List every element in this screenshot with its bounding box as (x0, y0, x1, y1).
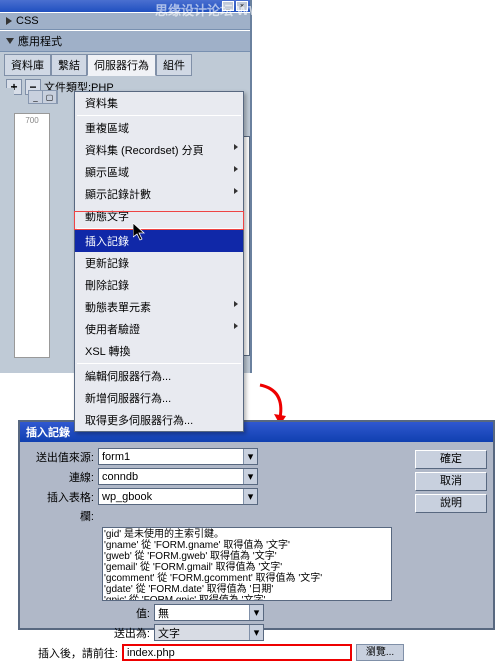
section-label: CSS (16, 15, 39, 27)
tab-bar: 資料庫 繫結 伺服器行為 組件 (0, 52, 250, 76)
submenu-arrow-icon (234, 144, 238, 150)
list-item[interactable]: 'gweb' 從 'FORM.gweb' 取得值為 '文字' (104, 551, 390, 562)
menu-item[interactable]: 動態文字 (75, 205, 243, 227)
insert-record-dialog: 插入記錄 送出值來源: form1▾ 連線: conndb▾ 插入表格: wp_… (18, 420, 495, 630)
browse-button[interactable]: 瀏覽... (356, 644, 404, 661)
submenu-arrow-icon (234, 166, 238, 172)
add-menu: 資料集重複區域資料集 (Recordset) 分頁顯示區域顯示記錄計數動態文字插… (74, 91, 244, 432)
menu-item[interactable]: 資料集 (75, 92, 243, 114)
chevron-down-icon[interactable]: ▾ (243, 489, 257, 504)
menu-item[interactable]: 插入記錄 (75, 230, 243, 252)
menu-item[interactable]: 使用者驗證 (75, 318, 243, 340)
select-source[interactable]: form1▾ (98, 448, 258, 465)
list-item[interactable]: 'gcomment' 從 'FORM.gcomment' 取得值為 '文字' (104, 573, 390, 584)
list-item[interactable]: 'gdate' 從 'FORM.date' 取得值為 '日期' (104, 584, 390, 595)
menu-item[interactable]: 動態表單元素 (75, 296, 243, 318)
menu-item[interactable]: 編輯伺服器行為... (75, 365, 243, 387)
list-item[interactable]: 'gname' 從 'FORM.gname' 取得值為 '文字' (104, 540, 390, 551)
menu-item[interactable]: 資料集 (Recordset) 分頁 (75, 139, 243, 161)
label-after: 插入後，請前往: (26, 645, 122, 661)
menu-item[interactable]: 新增伺服器行為... (75, 387, 243, 409)
dialog-buttons: 確定 取消 說明 (415, 448, 487, 664)
submenu-arrow-icon (234, 188, 238, 194)
list-item[interactable]: 'gemail' 從 'FORM.gmail' 取得值為 '文字' (104, 562, 390, 573)
columns-listbox[interactable]: 'gid' 是未使用的主索引鍵。'gname' 從 'FORM.gname' 取… (102, 527, 392, 601)
menu-item[interactable]: 重複區域 (75, 117, 243, 139)
list-item[interactable]: 'gid' 是未使用的主索引鍵。 (104, 529, 390, 540)
select-table[interactable]: wp_gbook▾ (98, 488, 258, 505)
label-send-as: 送出為: (26, 625, 154, 641)
select-value[interactable]: 無▾ (154, 604, 264, 621)
label-table: 插入表格: (26, 489, 98, 505)
label-source: 送出值來源: (26, 449, 98, 465)
menu-item[interactable]: 顯示記錄計數 (75, 183, 243, 205)
section-label: 應用程式 (18, 33, 62, 49)
chevron-down-icon[interactable]: ▾ (249, 605, 263, 620)
cancel-button[interactable]: 取消 (415, 472, 487, 491)
help-button[interactable]: 說明 (415, 494, 487, 513)
ok-button[interactable]: 確定 (415, 450, 487, 469)
menu-item[interactable]: XSL 轉換 (75, 340, 243, 362)
menu-item[interactable]: 刪除記錄 (75, 274, 243, 296)
ruler: 700 (14, 113, 50, 358)
tab-server-behaviors[interactable]: 伺服器行為 (87, 54, 156, 76)
close-icon[interactable]: × (236, 1, 248, 11)
collapse-icon (6, 38, 14, 44)
section-css[interactable]: CSS (0, 12, 250, 30)
restore-icon[interactable]: ▢ (43, 91, 57, 103)
submenu-arrow-icon (234, 301, 238, 307)
tab-components[interactable]: 組件 (156, 54, 192, 76)
min-icon[interactable]: _ (29, 91, 43, 103)
menu-item[interactable]: 更新記錄 (75, 252, 243, 274)
select-conn[interactable]: conndb▾ (98, 468, 258, 485)
label-value: 值: (26, 605, 154, 621)
input-after-url[interactable]: index.php (122, 644, 352, 661)
submenu-arrow-icon (234, 323, 238, 329)
minimize-icon[interactable]: _ (222, 1, 234, 11)
label-conn: 連線: (26, 469, 98, 485)
label-columns: 欄: (26, 508, 98, 524)
window-controls-small: _ ▢ (28, 90, 58, 104)
doc-gutter (0, 88, 14, 358)
chevron-down-icon[interactable]: ▾ (249, 625, 263, 640)
menu-item[interactable]: 顯示區域 (75, 161, 243, 183)
list-item[interactable]: 'gpic' 從 'FORM.gpic' 取得值為 '文字' (104, 595, 390, 601)
tab-database[interactable]: 資料庫 (4, 54, 51, 76)
expand-icon (6, 17, 12, 25)
dialog-form: 送出值來源: form1▾ 連線: conndb▾ 插入表格: wp_gbook… (26, 448, 409, 664)
menu-item[interactable]: 取得更多伺服器行為... (75, 409, 243, 431)
section-app[interactable]: 應用程式 (0, 30, 250, 52)
ruler-mark: 700 (15, 116, 49, 125)
menu-separator (77, 115, 241, 116)
tab-bindings[interactable]: 繫結 (51, 54, 87, 76)
chevron-down-icon[interactable]: ▾ (243, 449, 257, 464)
chevron-down-icon[interactable]: ▾ (243, 469, 257, 484)
menu-separator (77, 363, 241, 364)
panel-titlebar: _ × (0, 0, 250, 12)
select-send-as[interactable]: 文字▾ (154, 624, 264, 641)
menu-separator (77, 228, 241, 229)
